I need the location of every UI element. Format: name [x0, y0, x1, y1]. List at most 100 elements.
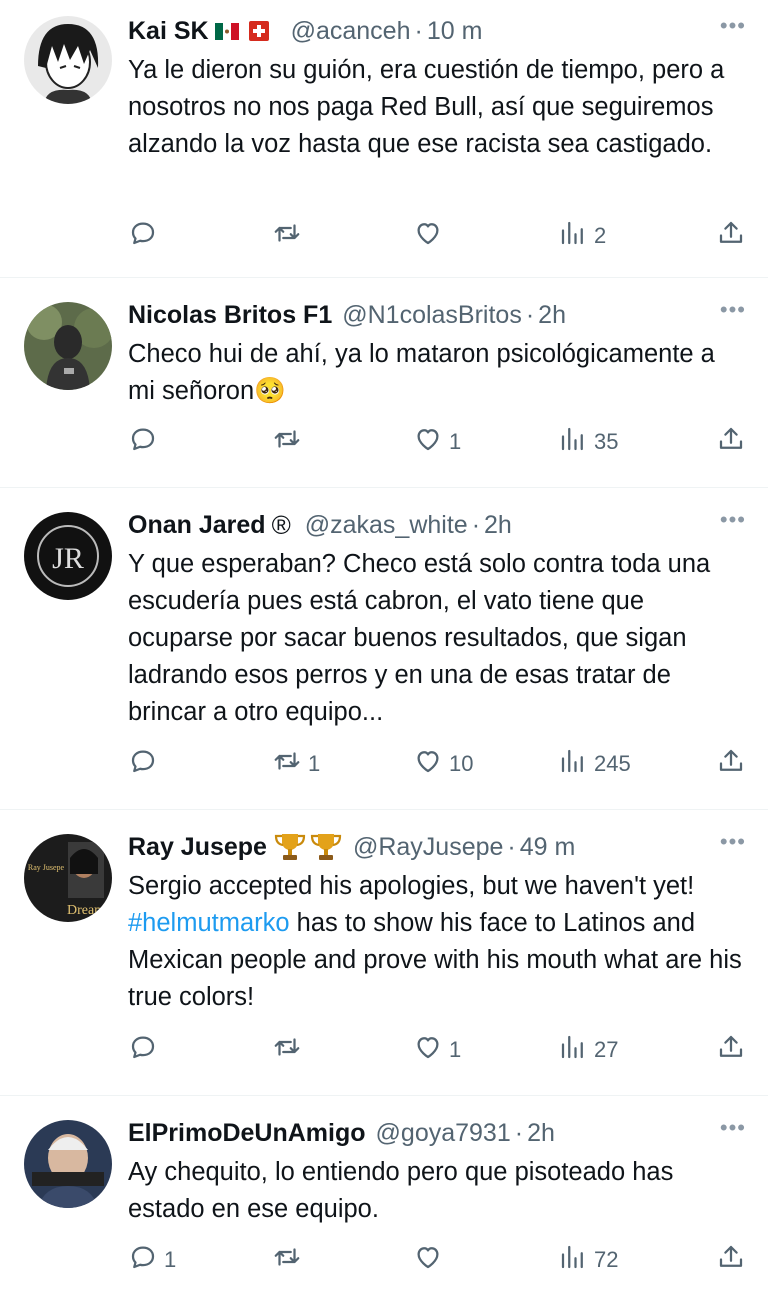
retweet-icon [272, 1242, 302, 1278]
avatar[interactable] [24, 1120, 112, 1208]
tweet-header: Onan Jared ® @zakas_white · 2h [128, 508, 746, 542]
retweet-button[interactable] [272, 422, 308, 462]
avatar[interactable] [24, 16, 112, 104]
avatar[interactable]: Ray Jusepe Dream [24, 834, 112, 922]
share-icon [716, 1242, 746, 1278]
like-button[interactable]: 1 [413, 1030, 461, 1070]
more-options-icon[interactable]: ••• [720, 508, 746, 532]
display-name[interactable]: Nicolas Britos F1 [128, 301, 332, 330]
retweet-count: 1 [308, 751, 321, 776]
more-options-icon[interactable]: ••• [720, 1116, 746, 1140]
user-handle[interactable]: @zakas_white [305, 511, 468, 540]
more-options-icon[interactable]: ••• [720, 14, 746, 38]
trophy-icon [309, 832, 343, 862]
user-handle[interactable]: @RayJusepe [353, 833, 503, 862]
timestamp[interactable]: 10 m [427, 17, 483, 46]
trophy-icon [273, 832, 307, 862]
display-name[interactable]: Onan Jared [128, 511, 266, 540]
tweet-actions: 1 10 245 [128, 744, 746, 784]
tweet-text: Ay chequito, lo entiendo pero que pisote… [128, 1158, 674, 1223]
retweet-icon [272, 218, 302, 254]
tweet-actions: 1 27 [128, 1030, 746, 1070]
views-button[interactable]: 2 [558, 216, 606, 256]
more-options-icon[interactable]: ••• [720, 830, 746, 854]
views-icon [558, 218, 588, 254]
like-button[interactable] [413, 1240, 449, 1280]
views-count: 27 [594, 1037, 619, 1062]
share-button[interactable] [716, 422, 746, 462]
heart-icon [413, 1242, 443, 1278]
reply-feed: Kai SK @acanceh · 10 m ••• Ya le dieron … [0, 0, 768, 1295]
views-icon [558, 746, 588, 782]
display-name[interactable]: ElPrimoDeUnAmigo [128, 1119, 366, 1148]
retweet-button[interactable]: 1 [272, 744, 320, 784]
like-count: 1 [449, 1037, 462, 1062]
views-count: 35 [594, 429, 619, 454]
like-button[interactable] [413, 216, 449, 256]
views-button[interactable]: 27 [558, 1030, 618, 1070]
share-icon [716, 218, 746, 254]
retweet-button[interactable] [272, 1030, 308, 1070]
views-button[interactable]: 245 [558, 744, 631, 784]
timestamp[interactable]: 2h [527, 1119, 555, 1148]
svg-text:Dream: Dream [67, 903, 105, 918]
user-handle[interactable]: @acanceh [291, 17, 411, 46]
tweet-ray-jusepe[interactable]: Ray Jusepe Dream Ray Jusepe @RayJusepe ·… [0, 810, 768, 1096]
views-button[interactable]: 72 [558, 1240, 618, 1280]
retweet-icon [272, 1032, 302, 1068]
tweet-onan-jared[interactable]: JR Onan Jared ® @zakas_white · 2h ••• Y … [0, 488, 768, 810]
like-button[interactable]: 10 [413, 744, 473, 784]
tweet-nicolas-britos[interactable]: Nicolas Britos F1 @N1colasBritos · 2h ••… [0, 278, 768, 488]
retweet-icon [272, 746, 302, 782]
reply-icon [128, 218, 158, 254]
tweet-header: ElPrimoDeUnAmigo @goya7931 · 2h [128, 1116, 746, 1150]
like-button[interactable]: 1 [413, 422, 461, 462]
tweet-elprimo[interactable]: ElPrimoDeUnAmigo @goya7931 · 2h ••• Ay c… [0, 1096, 768, 1295]
reply-button[interactable] [128, 744, 164, 784]
share-button[interactable] [716, 1240, 746, 1280]
reply-icon [128, 1032, 158, 1068]
like-count: 1 [449, 429, 462, 454]
separator-dot: · [525, 300, 535, 329]
reply-button[interactable]: 1 [128, 1240, 176, 1280]
timestamp[interactable]: 2h [538, 301, 566, 330]
retweet-button[interactable] [272, 216, 308, 256]
svg-text:JR: JR [52, 542, 84, 575]
display-name[interactable]: Ray Jusepe [128, 833, 267, 862]
tweet-text: Checo hui de ahí, ya lo mataron psicológ… [128, 340, 715, 405]
share-button[interactable] [716, 744, 746, 784]
tweet-header: Nicolas Britos F1 @N1colasBritos · 2h [128, 298, 746, 332]
tweet-header: Kai SK @acanceh · 10 m [128, 14, 746, 48]
timestamp[interactable]: 2h [484, 511, 512, 540]
timestamp[interactable]: 49 m [520, 833, 576, 862]
share-button[interactable] [716, 216, 746, 256]
retweet-icon [272, 424, 302, 460]
flag-switzerland-icon [248, 21, 269, 41]
reply-button[interactable] [128, 216, 164, 256]
share-button[interactable] [716, 1030, 746, 1070]
hashtag-link[interactable]: #helmutmarko [128, 909, 290, 937]
views-count: 72 [594, 1247, 619, 1272]
reply-button[interactable] [128, 422, 164, 462]
views-count: 2 [594, 223, 607, 248]
reply-icon [128, 1242, 158, 1278]
share-icon [716, 424, 746, 460]
views-icon [558, 1242, 588, 1278]
tweet-kai-sk[interactable]: Kai SK @acanceh · 10 m ••• Ya le dieron … [0, 0, 768, 278]
heart-icon [413, 746, 443, 782]
reply-button[interactable] [128, 1030, 164, 1070]
display-name[interactable]: Kai SK [128, 17, 209, 46]
registered-badge-icon: ® [271, 509, 291, 540]
svg-text:Ray Jusepe: Ray Jusepe [28, 863, 65, 872]
reply-icon [128, 424, 158, 460]
views-button[interactable]: 35 [558, 422, 618, 462]
more-options-icon[interactable]: ••• [720, 298, 746, 322]
user-handle[interactable]: @N1colasBritos [342, 301, 522, 330]
views-icon [558, 1032, 588, 1068]
flag-mexico-icon [214, 22, 239, 40]
heart-icon [413, 1032, 443, 1068]
retweet-button[interactable] [272, 1240, 308, 1280]
avatar[interactable] [24, 302, 112, 390]
user-handle[interactable]: @goya7931 [376, 1119, 511, 1148]
avatar[interactable]: JR [24, 512, 112, 600]
